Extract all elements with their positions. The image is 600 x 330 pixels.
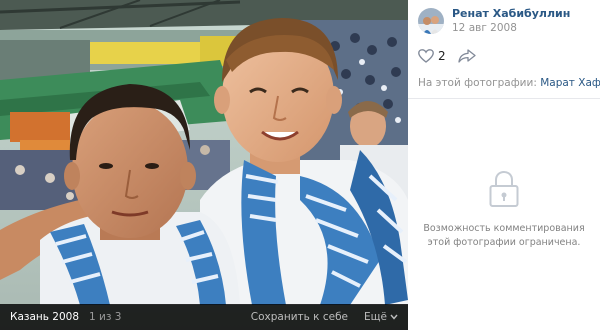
author-block: Ренат Хабибуллин 12 авг 2008: [408, 0, 600, 36]
share-icon: [457, 49, 476, 63]
avatar-image: [418, 7, 444, 34]
likes-bar: 2: [408, 46, 600, 66]
author-name-link[interactable]: Ренат Хабибуллин: [452, 7, 570, 21]
photo-caption: Казань 2008: [10, 311, 80, 323]
photo-counter: 1 из 3: [89, 311, 122, 323]
like-button[interactable]: 2: [418, 49, 446, 63]
photo-info-panel: Ренат Хабибуллин 12 авг 2008 2 На этой ф…: [408, 0, 600, 330]
photo-image[interactable]: [0, 0, 408, 330]
heart-icon: [418, 49, 434, 63]
photo-date: 12 авг 2008: [452, 21, 517, 34]
chevron-down-icon: [390, 314, 398, 320]
avatar[interactable]: [418, 7, 444, 34]
comments-closed-notice: Возможность комментирования этой фотогра…: [408, 170, 600, 250]
photo-viewer[interactable]: Казань 2008 1 из 3 Сохранить к себе Ещё: [0, 0, 408, 330]
like-count: 2: [438, 49, 446, 63]
tagged-prefix: На этой фотографии:: [418, 77, 537, 89]
divider: [408, 98, 600, 99]
more-menu-button[interactable]: Ещё: [364, 311, 398, 323]
tagged-person-link[interactable]: Марат Хафизов: [540, 77, 600, 89]
photo-bottom-bar: Казань 2008 1 из 3 Сохранить к себе Ещё: [0, 304, 408, 330]
share-button[interactable]: [457, 49, 476, 63]
lock-icon: [489, 170, 519, 207]
tagged-people: На этой фотографии: Марат Хафизов: [408, 76, 600, 90]
more-label: Ещё: [364, 311, 387, 323]
comments-closed-text: Возможность комментирования этой фотогра…: [423, 223, 585, 248]
save-to-profile-button[interactable]: Сохранить к себе: [251, 311, 348, 323]
